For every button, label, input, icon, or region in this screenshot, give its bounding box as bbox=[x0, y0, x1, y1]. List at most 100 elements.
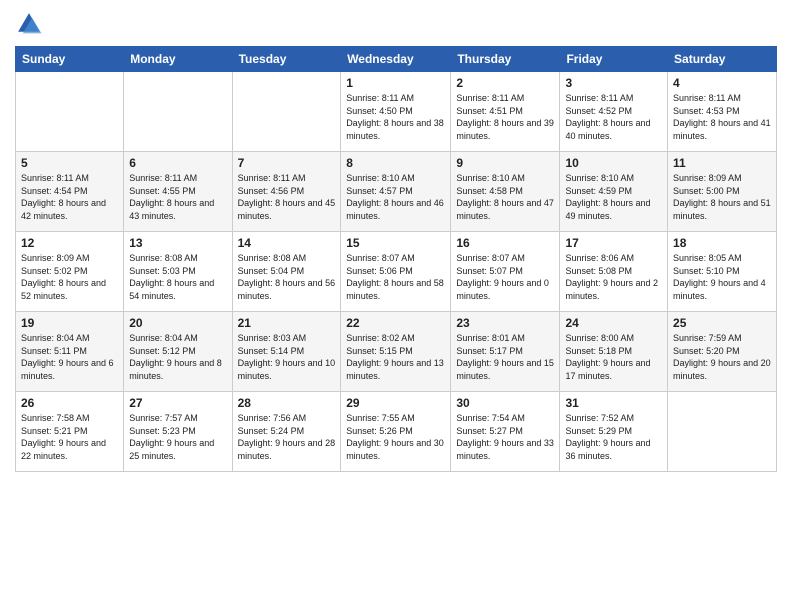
calendar-cell: 19 Sunrise: 8:04 AMSunset: 5:11 PMDayligh… bbox=[16, 312, 124, 392]
calendar-cell: 16 Sunrise: 8:07 AMSunset: 5:07 PMDayligh… bbox=[451, 232, 560, 312]
cell-content: Sunrise: 8:10 AMSunset: 4:57 PMDaylight:… bbox=[346, 172, 445, 222]
cell-content: Sunrise: 8:09 AMSunset: 5:00 PMDaylight:… bbox=[673, 172, 771, 222]
cell-content: Sunrise: 8:11 AMSunset: 4:53 PMDaylight:… bbox=[673, 92, 771, 142]
cell-content: Sunrise: 8:04 AMSunset: 5:11 PMDaylight:… bbox=[21, 332, 118, 382]
day-number: 3 bbox=[565, 76, 662, 90]
calendar-cell: 25Sunrise: 7:59 AMSunset: 5:20 PMDayligh… bbox=[668, 312, 777, 392]
day-number: 21 bbox=[238, 316, 336, 330]
day-number: 7 bbox=[238, 156, 336, 170]
cell-content: Sunrise: 8:11 AMSunset: 4:50 PMDaylight:… bbox=[346, 92, 445, 142]
calendar-cell: 1 Sunrise: 8:11 AMSunset: 4:50 PMDaylight… bbox=[341, 72, 451, 152]
calendar-cell: 28 Sunrise: 7:56 AMSunset: 5:24 PMDayligh… bbox=[232, 392, 341, 472]
cell-content: Sunrise: 7:56 AMSunset: 5:24 PMDaylight:… bbox=[238, 412, 336, 462]
cell-content: Sunrise: 8:11 AMSunset: 4:52 PMDaylight:… bbox=[565, 92, 662, 142]
cell-content: Sunrise: 8:08 AMSunset: 5:04 PMDaylight:… bbox=[238, 252, 336, 302]
day-number: 15 bbox=[346, 236, 445, 250]
day-number: 24 bbox=[565, 316, 662, 330]
cell-content: Sunrise: 8:04 AMSunset: 5:12 PMDaylight:… bbox=[129, 332, 226, 382]
calendar-week-row: 12Sunrise: 8:09 AMSunset: 5:02 PMDayligh… bbox=[16, 232, 777, 312]
cell-content: Sunrise: 8:06 AMSunset: 5:08 PMDaylight:… bbox=[565, 252, 662, 302]
day-number: 23 bbox=[456, 316, 554, 330]
calendar-cell: 24 Sunrise: 8:00 AMSunset: 5:18 PMDayligh… bbox=[560, 312, 668, 392]
cell-content: Sunrise: 7:59 AMSunset: 5:20 PMDaylight:… bbox=[673, 332, 771, 382]
cell-content: Sunrise: 7:54 AMSunset: 5:27 PMDaylight:… bbox=[456, 412, 554, 462]
cell-content: Sunrise: 7:58 AMSunset: 5:21 PMDaylight:… bbox=[21, 412, 118, 462]
calendar-cell: 23 Sunrise: 8:01 AMSunset: 5:17 PMDayligh… bbox=[451, 312, 560, 392]
day-number: 31 bbox=[565, 396, 662, 410]
calendar-cell: 15 Sunrise: 8:07 AMSunset: 5:06 PMDayligh… bbox=[341, 232, 451, 312]
calendar-week-row: 26 Sunrise: 7:58 AMSunset: 5:21 PMDayligh… bbox=[16, 392, 777, 472]
cell-content: Sunrise: 8:10 AMSunset: 4:59 PMDaylight:… bbox=[565, 172, 662, 222]
day-header: Sunday bbox=[16, 47, 124, 72]
cell-content: Sunrise: 8:11 AMSunset: 4:54 PMDaylight:… bbox=[21, 172, 118, 222]
day-header: Friday bbox=[560, 47, 668, 72]
cell-content: Sunrise: 8:10 AMSunset: 4:58 PMDaylight:… bbox=[456, 172, 554, 222]
day-number: 17 bbox=[565, 236, 662, 250]
calendar-cell: 18 Sunrise: 8:05 AMSunset: 5:10 PMDayligh… bbox=[668, 232, 777, 312]
cell-content: Sunrise: 8:05 AMSunset: 5:10 PMDaylight:… bbox=[673, 252, 771, 302]
day-number: 11 bbox=[673, 156, 771, 170]
cell-content: Sunrise: 8:02 AMSunset: 5:15 PMDaylight:… bbox=[346, 332, 445, 382]
day-number: 30 bbox=[456, 396, 554, 410]
day-header: Monday bbox=[124, 47, 232, 72]
cell-content: Sunrise: 8:01 AMSunset: 5:17 PMDaylight:… bbox=[456, 332, 554, 382]
day-number: 18 bbox=[673, 236, 771, 250]
day-number: 28 bbox=[238, 396, 336, 410]
day-header: Tuesday bbox=[232, 47, 341, 72]
calendar-week-row: 19 Sunrise: 8:04 AMSunset: 5:11 PMDayligh… bbox=[16, 312, 777, 392]
day-header: Thursday bbox=[451, 47, 560, 72]
calendar-cell: 11 Sunrise: 8:09 AMSunset: 5:00 PMDayligh… bbox=[668, 152, 777, 232]
day-number: 1 bbox=[346, 76, 445, 90]
day-number: 22 bbox=[346, 316, 445, 330]
calendar-week-row: 5 Sunrise: 8:11 AMSunset: 4:54 PMDaylight… bbox=[16, 152, 777, 232]
calendar-cell: 21 Sunrise: 8:03 AMSunset: 5:14 PMDayligh… bbox=[232, 312, 341, 392]
calendar-cell: 22 Sunrise: 8:02 AMSunset: 5:15 PMDayligh… bbox=[341, 312, 451, 392]
calendar-cell bbox=[232, 72, 341, 152]
calendar-cell: 10 Sunrise: 8:10 AMSunset: 4:59 PMDayligh… bbox=[560, 152, 668, 232]
day-number: 5 bbox=[21, 156, 118, 170]
calendar-cell: 12Sunrise: 8:09 AMSunset: 5:02 PMDayligh… bbox=[16, 232, 124, 312]
calendar-cell: 8 Sunrise: 8:10 AMSunset: 4:57 PMDaylight… bbox=[341, 152, 451, 232]
calendar-cell: 17 Sunrise: 8:06 AMSunset: 5:08 PMDayligh… bbox=[560, 232, 668, 312]
day-number: 10 bbox=[565, 156, 662, 170]
calendar-cell: 14 Sunrise: 8:08 AMSunset: 5:04 PMDayligh… bbox=[232, 232, 341, 312]
cell-content: Sunrise: 8:07 AMSunset: 5:06 PMDaylight:… bbox=[346, 252, 445, 302]
logo bbox=[15, 10, 47, 38]
day-number: 8 bbox=[346, 156, 445, 170]
cell-content: Sunrise: 8:07 AMSunset: 5:07 PMDaylight:… bbox=[456, 252, 554, 302]
day-number: 19 bbox=[21, 316, 118, 330]
cell-content: Sunrise: 8:11 AMSunset: 4:51 PMDaylight:… bbox=[456, 92, 554, 142]
cell-content: Sunrise: 7:55 AMSunset: 5:26 PMDaylight:… bbox=[346, 412, 445, 462]
calendar-cell: 3 Sunrise: 8:11 AMSunset: 4:52 PMDaylight… bbox=[560, 72, 668, 152]
cell-content: Sunrise: 7:57 AMSunset: 5:23 PMDaylight:… bbox=[129, 412, 226, 462]
day-header: Wednesday bbox=[341, 47, 451, 72]
calendar-cell: 5 Sunrise: 8:11 AMSunset: 4:54 PMDaylight… bbox=[16, 152, 124, 232]
cell-content: Sunrise: 8:00 AMSunset: 5:18 PMDaylight:… bbox=[565, 332, 662, 382]
calendar-cell: 7Sunrise: 8:11 AMSunset: 4:56 PMDaylight… bbox=[232, 152, 341, 232]
calendar-cell bbox=[668, 392, 777, 472]
calendar-cell: 27 Sunrise: 7:57 AMSunset: 5:23 PMDayligh… bbox=[124, 392, 232, 472]
cell-content: Sunrise: 7:52 AMSunset: 5:29 PMDaylight:… bbox=[565, 412, 662, 462]
day-number: 2 bbox=[456, 76, 554, 90]
day-number: 14 bbox=[238, 236, 336, 250]
calendar-cell: 20Sunrise: 8:04 AMSunset: 5:12 PMDayligh… bbox=[124, 312, 232, 392]
calendar-cell: 31 Sunrise: 7:52 AMSunset: 5:29 PMDayligh… bbox=[560, 392, 668, 472]
calendar-cell bbox=[124, 72, 232, 152]
logo-icon bbox=[15, 10, 43, 38]
day-number: 16 bbox=[456, 236, 554, 250]
cell-content: Sunrise: 8:03 AMSunset: 5:14 PMDaylight:… bbox=[238, 332, 336, 382]
calendar-cell: 30 Sunrise: 7:54 AMSunset: 5:27 PMDayligh… bbox=[451, 392, 560, 472]
day-number: 27 bbox=[129, 396, 226, 410]
calendar-cell: 4Sunrise: 8:11 AMSunset: 4:53 PMDaylight… bbox=[668, 72, 777, 152]
calendar-cell bbox=[16, 72, 124, 152]
calendar-cell: 26 Sunrise: 7:58 AMSunset: 5:21 PMDayligh… bbox=[16, 392, 124, 472]
day-number: 26 bbox=[21, 396, 118, 410]
day-header: Saturday bbox=[668, 47, 777, 72]
calendar-week-row: 1 Sunrise: 8:11 AMSunset: 4:50 PMDaylight… bbox=[16, 72, 777, 152]
calendar: SundayMondayTuesdayWednesdayThursdayFrid… bbox=[15, 46, 777, 472]
calendar-header-row: SundayMondayTuesdayWednesdayThursdayFrid… bbox=[16, 47, 777, 72]
calendar-cell: 6Sunrise: 8:11 AMSunset: 4:55 PMDaylight… bbox=[124, 152, 232, 232]
calendar-cell: 9Sunrise: 8:10 AMSunset: 4:58 PMDaylight… bbox=[451, 152, 560, 232]
day-number: 12 bbox=[21, 236, 118, 250]
day-number: 29 bbox=[346, 396, 445, 410]
